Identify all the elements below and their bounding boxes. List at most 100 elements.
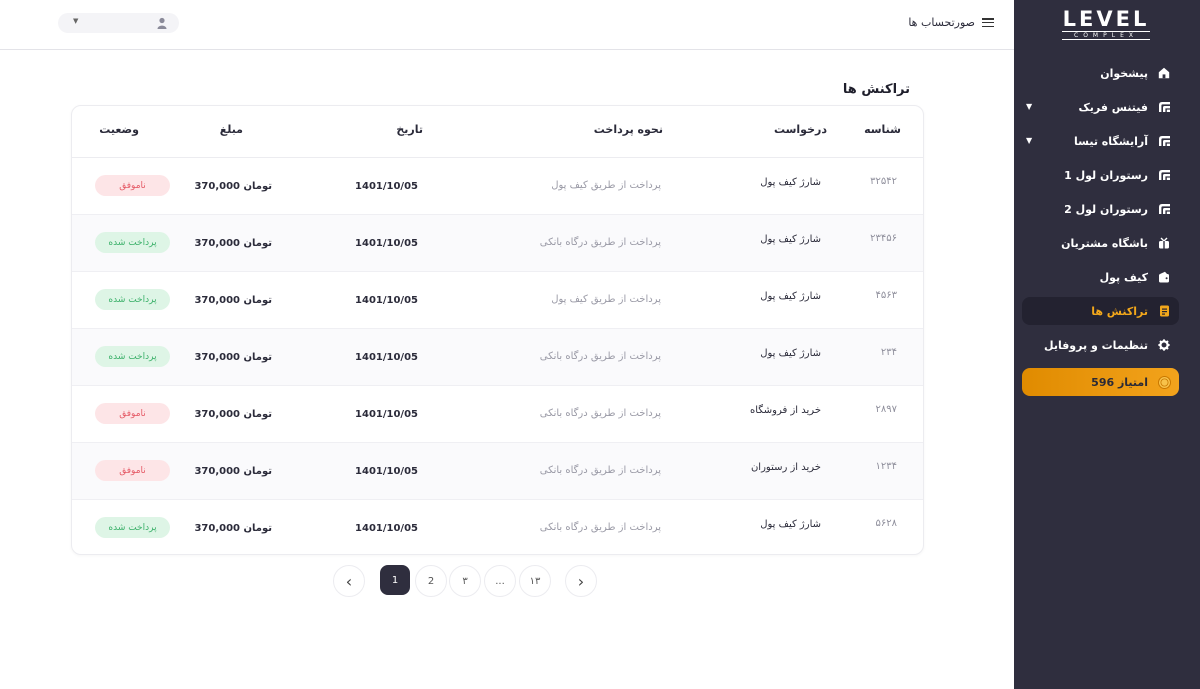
cell-request: شارژ کیف پول xyxy=(760,177,821,188)
sidebar-item-customer-club[interactable]: باشگاه مشتریان xyxy=(1022,226,1179,260)
cell-id: ۵۶۲۸ xyxy=(875,518,897,529)
table-header: شناسه درخواست نحوه پرداخت تاریخ مبلغ وضع… xyxy=(72,106,923,158)
cell-amount: 370,000 تومان xyxy=(194,466,272,477)
cell-payment: پرداخت از طریق درگاه بانکی xyxy=(539,465,661,476)
header-amount: مبلغ xyxy=(219,123,243,136)
sidebar-item-restaurant-1[interactable]: رستوران لول 1 xyxy=(1022,158,1179,192)
cell-date: 1401/10/05 xyxy=(355,238,418,249)
wallet-icon xyxy=(1157,270,1171,284)
page-1-button[interactable]: 1 xyxy=(380,565,410,595)
status-badge: پرداخت شده xyxy=(95,289,170,310)
cell-id: ۱۲۳۴ xyxy=(875,461,897,472)
sidebar-item-label: رستوران لول 2 xyxy=(1064,202,1148,216)
brand-name: LEVEL xyxy=(1062,7,1150,31)
sidebar-item-fitness-freak[interactable]: فیتنس فریک ▼ xyxy=(1022,90,1179,124)
cell-date: 1401/10/05 xyxy=(355,295,418,306)
cell-request: شارژ کیف پول xyxy=(760,291,821,302)
gear-icon xyxy=(1157,338,1171,352)
sidebar-item-tisa-salon[interactable]: آرایشگاه تیسا ▼ xyxy=(1022,124,1179,158)
cell-amount: 370,000 تومان xyxy=(194,352,272,363)
table-row[interactable]: ۲۳۴ شارژ کیف پول پرداخت از طریق درگاه با… xyxy=(72,329,923,386)
cell-date: 1401/10/05 xyxy=(355,409,418,420)
cell-date: 1401/10/05 xyxy=(355,352,418,363)
sidebar-item-label: آرایشگاه تیسا xyxy=(1074,134,1148,148)
cell-id: ۳۲۵۴۲ xyxy=(870,176,897,187)
sidebar-item-label: فیتنس فریک xyxy=(1078,100,1149,114)
status-badge: ناموفق xyxy=(95,403,170,424)
sidebar-item-dashboard[interactable]: پیشخوان xyxy=(1022,56,1179,90)
table-row[interactable]: ۴۵۶۳ شارژ کیف پول پرداخت از طریق کیف پول… xyxy=(72,272,923,329)
cell-amount: 370,000 تومان xyxy=(194,523,272,534)
points-badge[interactable]: 596 امتیاز xyxy=(1022,368,1179,396)
sidebar-nav: پیشخوان فیتنس فریک ▼ آرایشگاه تیسا ▼ رست… xyxy=(1014,56,1200,396)
cell-id: ۲۳۴۵۶ xyxy=(870,233,897,244)
page-2-button[interactable]: 2 xyxy=(415,565,447,597)
header-id: شناسه xyxy=(864,123,901,136)
page-ellipsis: ... xyxy=(484,565,516,597)
table-row[interactable]: ۳۲۵۴۲ شارژ کیف پول پرداخت از طریق کیف پو… xyxy=(72,158,923,215)
sidebar-item-label: تنظیمات و پروفایل xyxy=(1044,338,1148,352)
invoices-menu-button[interactable]: صورتحساب ها xyxy=(908,16,994,29)
sidebar: LEVEL COMPLEX پیشخوان فیتنس فریک ▼ آرایش… xyxy=(1014,0,1200,689)
cell-id: ۲۳۴ xyxy=(880,347,897,358)
table-row[interactable]: ۲۸۹۷ خرید از فروشگاه پرداخت از طریق درگا… xyxy=(72,386,923,443)
page-3-button[interactable]: ۳ xyxy=(449,565,481,597)
sidebar-item-restaurant-2[interactable]: رستوران لول 2 xyxy=(1022,192,1179,226)
invoices-menu-label: صورتحساب ها xyxy=(908,16,975,29)
table-row[interactable]: ۱۲۳۴ خرید از رستوران پرداخت از طریق درگا… xyxy=(72,443,923,500)
sidebar-item-label: باشگاه مشتریان xyxy=(1061,236,1148,250)
cell-id: ۴۵۶۳ xyxy=(875,290,897,301)
header-status: وضعیت xyxy=(99,123,139,136)
hamburger-icon xyxy=(982,18,994,27)
sidebar-item-wallet[interactable]: کیف پول xyxy=(1022,260,1179,294)
cell-amount: 370,000 تومان xyxy=(194,409,272,420)
cell-request: شارژ کیف پول xyxy=(760,234,821,245)
cell-id: ۲۸۹۷ xyxy=(875,404,897,415)
sidebar-item-label: رستوران لول 1 xyxy=(1064,168,1148,182)
sidebar-item-label: پیشخوان xyxy=(1100,66,1148,80)
top-bar: صورتحساب ها ▼ xyxy=(0,0,1014,50)
brand-icon xyxy=(1157,168,1171,182)
cell-payment: پرداخت از طریق درگاه بانکی xyxy=(539,351,661,362)
status-badge: ناموفق xyxy=(95,460,170,481)
prev-page-button[interactable]: ‹ xyxy=(333,565,365,597)
cell-payment: پرداخت از طریق درگاه بانکی xyxy=(539,522,661,533)
status-badge: پرداخت شده xyxy=(95,517,170,538)
sidebar-item-label: کیف پول xyxy=(1099,270,1148,284)
cell-payment: پرداخت از طریق درگاه بانکی xyxy=(539,237,661,248)
page-title: تراکنش ها xyxy=(842,82,910,97)
next-page-button[interactable]: › xyxy=(565,565,597,597)
sidebar-item-transactions[interactable]: تراکنش ها xyxy=(1022,297,1179,325)
table-row[interactable]: ۵۶۲۸ شارژ کیف پول پرداخت از طریق درگاه ب… xyxy=(72,500,923,554)
chevron-down-icon: ▼ xyxy=(1026,102,1033,111)
brand-logo[interactable]: LEVEL COMPLEX xyxy=(1062,8,1150,42)
sidebar-item-settings[interactable]: تنظیمات و پروفایل xyxy=(1022,328,1179,362)
cell-payment: پرداخت از طریق درگاه بانکی xyxy=(539,408,661,419)
page-13-button[interactable]: ۱۳ xyxy=(519,565,551,597)
points-label: 596 امتیاز xyxy=(1091,375,1148,389)
status-badge: پرداخت شده xyxy=(95,346,170,367)
transactions-table: شناسه درخواست نحوه پرداخت تاریخ مبلغ وضع… xyxy=(71,105,924,555)
cell-payment: پرداخت از طریق کیف پول xyxy=(551,180,661,191)
cell-date: 1401/10/05 xyxy=(355,523,418,534)
chevron-down-icon: ▼ xyxy=(1026,136,1033,145)
pagination: ‹ 1 2 ۳ ... ۱۳ › xyxy=(333,565,599,597)
brand-icon xyxy=(1157,134,1171,148)
cell-payment: پرداخت از طریق کیف پول xyxy=(551,294,661,305)
cell-date: 1401/10/05 xyxy=(355,466,418,477)
header-request: درخواست xyxy=(773,123,827,136)
status-badge: ناموفق xyxy=(95,175,170,196)
table-row[interactable]: ۲۳۴۵۶ شارژ کیف پول پرداخت از طریق درگاه … xyxy=(72,215,923,272)
cell-amount: 370,000 تومان xyxy=(194,238,272,249)
coin-icon xyxy=(1157,375,1171,389)
sidebar-item-label: تراکنش ها xyxy=(1091,304,1148,318)
cell-amount: 370,000 تومان xyxy=(194,295,272,306)
receipt-icon xyxy=(1157,304,1171,318)
user-menu[interactable]: ▼ xyxy=(58,13,179,33)
cell-date: 1401/10/05 xyxy=(355,181,418,192)
cell-request: خرید از فروشگاه xyxy=(749,405,821,416)
cell-request: شارژ کیف پول xyxy=(760,348,821,359)
gift-icon xyxy=(1157,236,1171,250)
user-icon xyxy=(157,17,167,29)
home-icon xyxy=(1157,66,1171,80)
